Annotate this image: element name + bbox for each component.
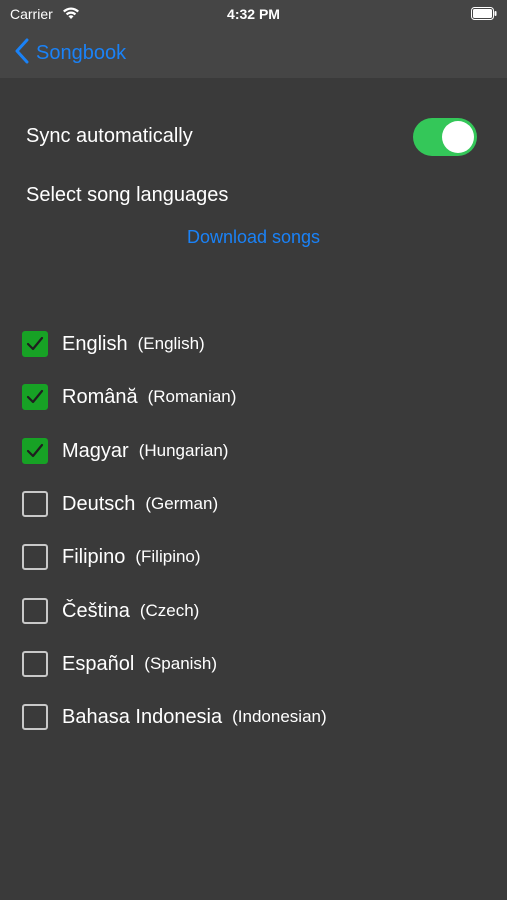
download-songs-link[interactable]: Download songs <box>0 227 507 248</box>
language-item[interactable]: Română (Romanian) <box>22 381 236 413</box>
checkbox-checked[interactable] <box>22 438 48 464</box>
select-languages-label: Select song languages <box>26 184 229 206</box>
toggle-knob <box>442 121 474 153</box>
checkbox-unchecked[interactable] <box>22 491 48 517</box>
language-english-name: (Filipino) <box>135 547 201 566</box>
language-native-name: Filipino <box>62 545 126 568</box>
language-native-name: Magyar <box>62 439 129 462</box>
language-english-name: (Czech) <box>139 601 200 620</box>
language-item[interactable]: English (English) <box>22 328 205 360</box>
language-native-name: Čeština <box>62 599 130 622</box>
battery-icon <box>471 7 497 20</box>
language-item[interactable]: Čeština (Czech) <box>22 595 199 627</box>
language-native-name: Deutsch <box>62 492 136 515</box>
language-native-name: Română <box>62 385 138 408</box>
checkmark-icon <box>26 336 44 351</box>
checkbox-checked[interactable] <box>22 331 48 357</box>
sync-label: Sync automatically <box>26 125 193 147</box>
checkmark-icon <box>26 443 44 458</box>
language-english-name: (Indonesian) <box>232 707 327 726</box>
status-time: 4:32 PM <box>227 6 280 22</box>
checkbox-checked[interactable] <box>22 384 48 410</box>
settings-content: Sync automatically Select song languages… <box>0 78 507 900</box>
checkmark-icon <box>26 389 44 404</box>
language-item[interactable]: Español (Spanish) <box>22 648 217 680</box>
navigation-bar: Songbook <box>0 28 507 78</box>
checkbox-unchecked[interactable] <box>22 704 48 730</box>
checkbox-unchecked[interactable] <box>22 598 48 624</box>
language-native-name: Español <box>62 652 135 675</box>
language-english-name: (English) <box>137 334 205 353</box>
language-item[interactable]: Deutsch (German) <box>22 488 218 520</box>
sync-toggle[interactable] <box>413 118 477 156</box>
back-button-label: Songbook <box>36 41 127 64</box>
back-button[interactable]: Songbook <box>14 38 127 69</box>
language-english-name: (Spanish) <box>144 654 218 673</box>
language-english-name: (Hungarian) <box>138 441 229 460</box>
language-item[interactable]: Bahasa Indonesia (Indonesian) <box>22 701 327 733</box>
status-bar: Carrier 4:32 PM <box>0 0 507 28</box>
language-english-name: (Romanian) <box>147 387 237 406</box>
language-item[interactable]: Magyar (Hungarian) <box>22 435 228 467</box>
checkbox-unchecked[interactable] <box>22 651 48 677</box>
language-item[interactable]: Filipino (Filipino) <box>22 541 201 573</box>
checkbox-unchecked[interactable] <box>22 544 48 570</box>
language-native-name: English <box>62 332 128 355</box>
chevron-left-icon <box>14 38 30 69</box>
language-native-name: Bahasa Indonesia <box>62 705 223 728</box>
language-english-name: (German) <box>145 494 219 513</box>
